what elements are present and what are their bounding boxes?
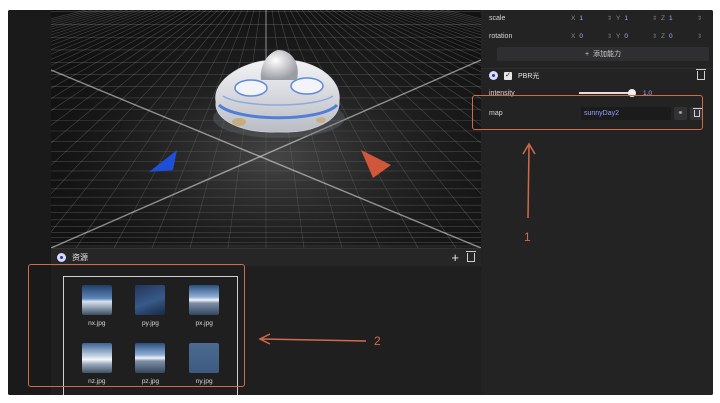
- annotation-arrows: [258, 142, 536, 345]
- annotation-number-1: 1: [524, 230, 531, 244]
- annotation-number-2: 2: [374, 334, 381, 348]
